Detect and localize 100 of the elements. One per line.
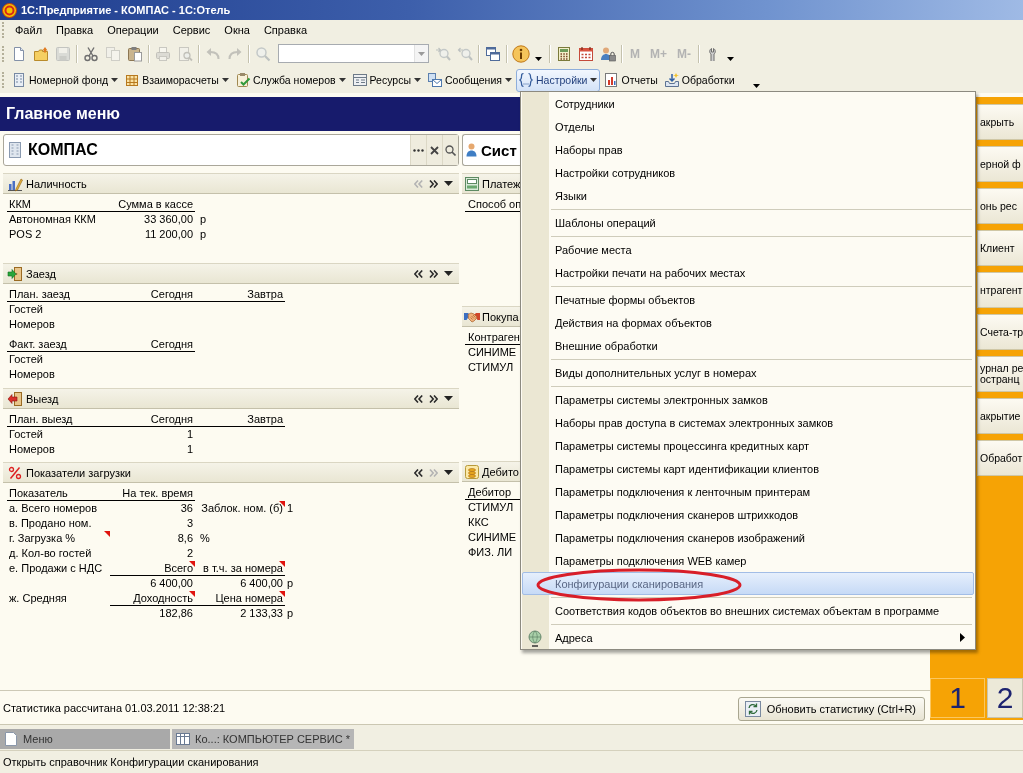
building-icon [9, 142, 21, 158]
menu-button[interactable]: Сообщения [425, 68, 515, 92]
menu-button[interactable]: Настройки [516, 68, 601, 92]
table-cell: Гостей [9, 353, 43, 365]
menu-item[interactable]: Параметры системы карт идентификации клиентов [522, 457, 974, 480]
table-cell: СИНИМЕ [468, 346, 517, 358]
dropdown-caret-icon[interactable] [444, 470, 453, 475]
menu-button[interactable]: Взаиморасчеты [122, 68, 232, 92]
statistics-timestamp: Статистика рассчитана 01.03.2011 12:38:21 [3, 701, 226, 714]
search-icon[interactable] [445, 144, 456, 156]
menu-item[interactable]: Внешние обработки [522, 334, 974, 357]
ellipsis-icon[interactable] [413, 148, 424, 152]
dropdown-caret-icon[interactable] [535, 57, 542, 61]
calculator-icon[interactable] [556, 45, 572, 62]
column-header: Контраген [468, 331, 520, 343]
menu-item[interactable]: Параметры подключения сканеров изображений [522, 526, 974, 549]
column-header: Сегодня [150, 413, 193, 425]
panel-header: Главное меню [0, 97, 520, 131]
window-tab[interactable]: Ко...: КОМПЬЮТЕР СЕРВИС * [172, 729, 355, 749]
menu-item[interactable]: Шаблоны операций [522, 211, 974, 234]
sidebar-button[interactable]: ерной ф [977, 146, 1023, 182]
menu-button[interactable]: Ресурсы [349, 68, 424, 92]
double-chevron-right-icon[interactable] [429, 269, 438, 278]
refresh-icon [744, 700, 761, 717]
menu-item[interactable]: Соответствия кодов объектов во внешних системах объектам в программе [522, 599, 974, 622]
table-cell: 11 200,00 [144, 228, 193, 240]
menu-item[interactable]: Наборы прав доступа в системах электронных замков [522, 411, 974, 434]
sidebar-button[interactable]: нтрагент [977, 272, 1023, 308]
table-cell: Номеров [9, 368, 55, 380]
menu-item[interactable]: Настройки печати на рабочих местах [522, 261, 974, 284]
menu-item[interactable]: Печатные формы объектов [522, 288, 974, 311]
menu-item[interactable]: Параметры подключения WEB камер [522, 549, 974, 572]
double-chevron-right-icon[interactable] [429, 394, 438, 403]
menu-item[interactable]: Правка [49, 22, 101, 38]
menu-item[interactable]: Сотрудники [522, 92, 974, 115]
desktop-tab[interactable]: 2 [987, 678, 1023, 718]
double-chevron-left-icon[interactable] [414, 468, 423, 477]
menu-button[interactable]: Обработки [661, 68, 738, 92]
menu-button[interactable]: Служба номеров [232, 68, 349, 92]
clear-icon[interactable] [430, 145, 439, 155]
table-cell: 1 [287, 502, 294, 514]
menu-item[interactable]: Параметры системы процессинга кредитных карт [522, 434, 974, 457]
search-field[interactable] [278, 44, 429, 63]
menu-item[interactable]: Параметры подключения к ленточным принтерам [522, 480, 974, 503]
folder-icon[interactable] [33, 45, 49, 62]
column-header: Сумма в кассе [118, 198, 193, 210]
menu-item[interactable]: Параметры системы электронных замков [522, 388, 974, 411]
menu-item[interactable]: Действия на формах объектов [522, 311, 974, 334]
sidebar-button[interactable]: акрыть [977, 104, 1023, 140]
menu-item[interactable]: Операции [100, 22, 166, 38]
selection-field[interactable]: КОМПАС [3, 134, 459, 166]
window-tab[interactable]: Меню [0, 729, 170, 749]
double-chevron-left-icon[interactable] [414, 394, 423, 403]
menu-item[interactable]: Сервис [165, 22, 218, 38]
section-title: Выезд [26, 392, 59, 405]
column-header: Доходность [133, 592, 193, 604]
dropdown-caret-icon[interactable] [727, 57, 734, 61]
menu-item[interactable]: Наборы прав [522, 138, 974, 161]
dropdown-caret-icon[interactable] [752, 84, 760, 88]
table-cell: ж. Средняя [9, 592, 67, 604]
dropdown-caret-icon[interactable] [444, 181, 453, 186]
sidebar-button[interactable]: Клиент [977, 230, 1023, 266]
info-icon[interactable] [512, 44, 530, 63]
menu-item[interactable]: Окна [217, 22, 257, 38]
desktop-tab[interactable]: 1 [930, 678, 985, 718]
table-cell: р [287, 607, 294, 619]
section-title: Покупа [482, 310, 519, 323]
table-cell: СТИМУЛ [468, 361, 514, 373]
sidebar-button[interactable]: урнал ре остранц [977, 356, 1023, 392]
menu-item[interactable]: Справка [256, 22, 315, 38]
sidebar-button[interactable]: акрытие [977, 398, 1023, 434]
menu-item[interactable]: Параметры подключения сканеров штрихкодов [522, 503, 974, 526]
menu-item[interactable]: Рабочие места [522, 238, 974, 261]
menu-button[interactable]: Отчеты [601, 68, 661, 92]
table-cell: 36 [180, 502, 193, 514]
dropdown-caret-icon[interactable] [444, 396, 453, 401]
user-lock-icon[interactable] [600, 45, 616, 62]
table-cell: 6 400,00 [240, 577, 283, 589]
selection-field[interactable]: Сист [462, 134, 520, 166]
scissors-icon[interactable] [83, 45, 99, 62]
menu-item[interactable]: Виды дополнительных услуг в номерах [522, 361, 974, 384]
dropdown-caret-icon[interactable] [444, 271, 453, 276]
refresh-button[interactable]: Обновить статистику (Ctrl+R) [737, 696, 925, 721]
table-cell: 8,6 [177, 532, 193, 544]
menu-item[interactable]: Адреса [522, 626, 974, 649]
calendar-icon[interactable] [578, 45, 594, 62]
menu-item[interactable]: Языки [522, 184, 974, 207]
new-document-icon[interactable] [11, 45, 27, 62]
sidebar-button[interactable]: Обработ [977, 440, 1023, 476]
menu-item[interactable]: Настройки сотрудников [522, 161, 974, 184]
double-chevron-left-icon[interactable] [414, 269, 423, 278]
double-chevron-right-icon[interactable] [429, 179, 438, 188]
menu-button[interactable]: Номерной фонд [9, 68, 122, 92]
menu-item[interactable]: Файл [8, 22, 50, 38]
clipboard-icon[interactable] [127, 45, 143, 62]
sidebar-button[interactable]: Счета-тр [977, 314, 1023, 350]
menu-item[interactable]: Отделы [522, 115, 974, 138]
sidebar-button[interactable]: онь рес [977, 188, 1023, 224]
table-cell: 2 133,33 [240, 607, 283, 619]
windows-icon[interactable] [485, 45, 501, 62]
